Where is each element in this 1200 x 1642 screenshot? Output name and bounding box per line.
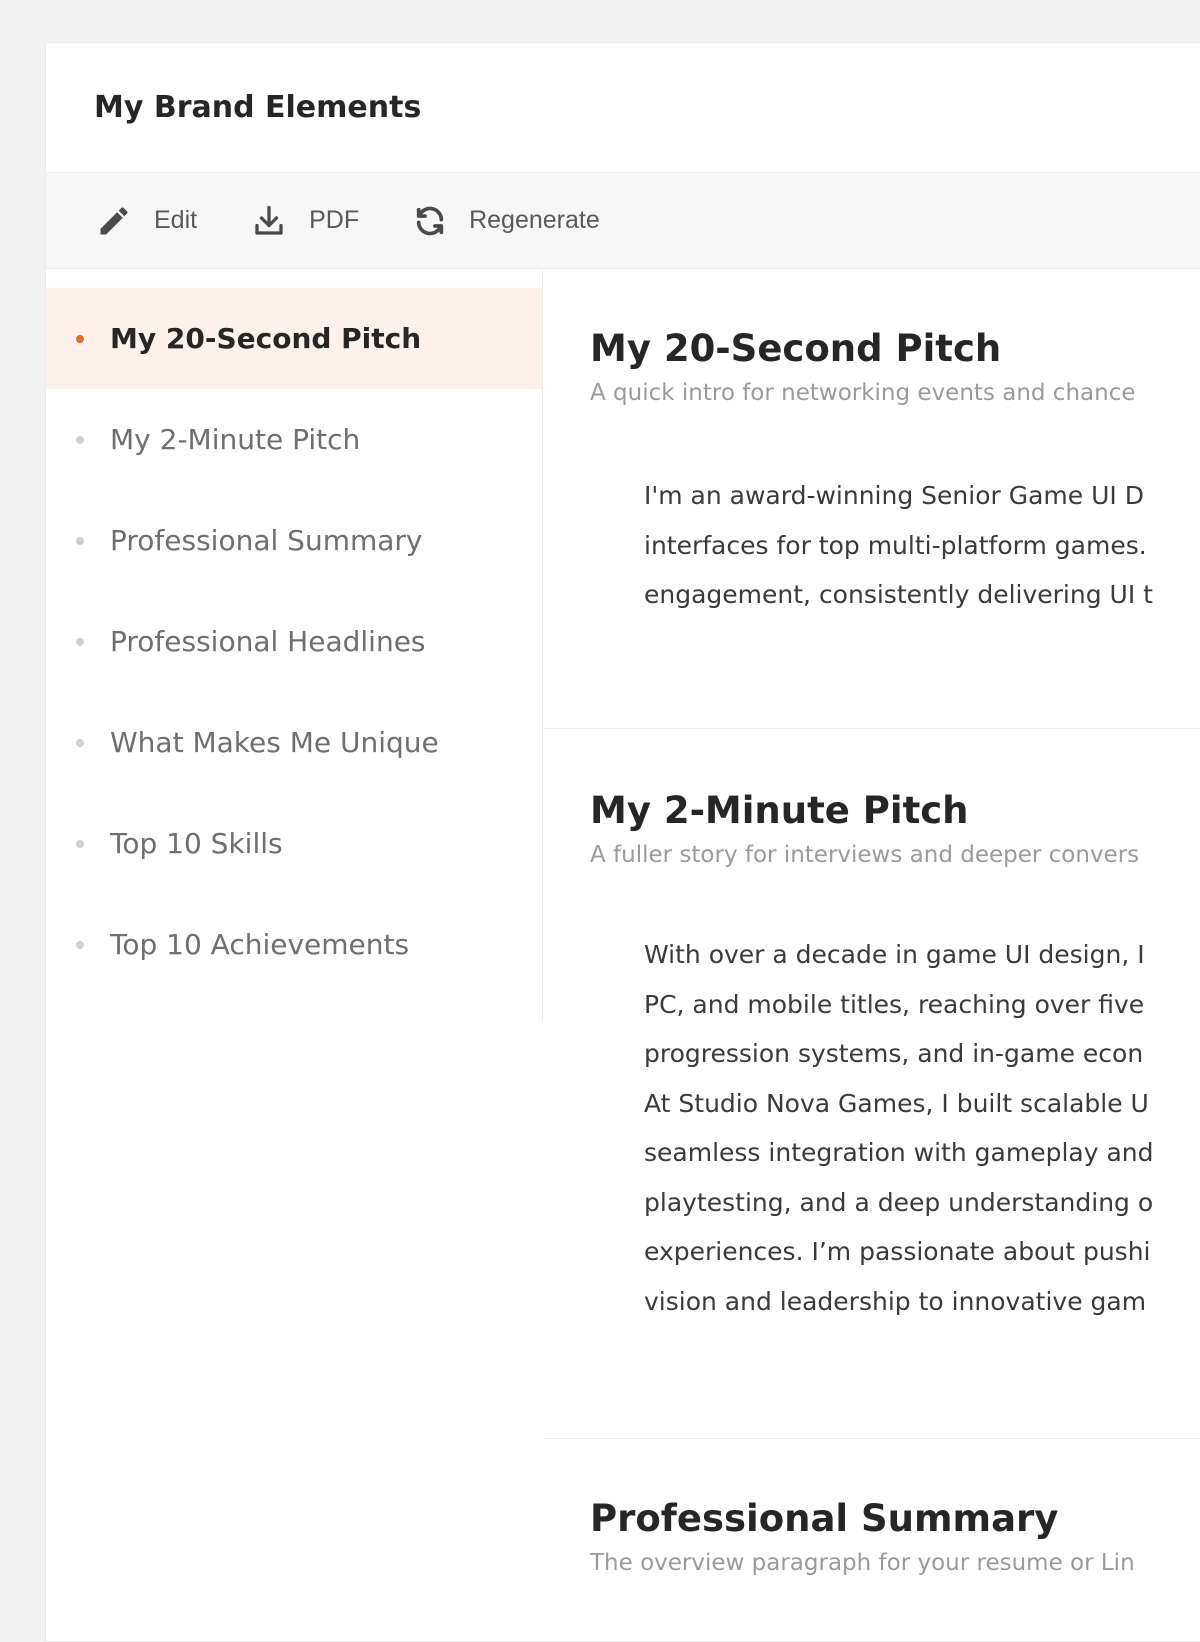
pdf-label: PDF bbox=[309, 206, 360, 234]
sidebar-item-label: Top 10 Achievements bbox=[110, 928, 410, 961]
pdf-button[interactable]: PDF bbox=[251, 203, 359, 239]
bullet-dot-icon bbox=[76, 738, 84, 747]
bullet-dot-icon bbox=[76, 940, 84, 949]
sidebar-item-what-makes-me-unique[interactable]: What Makes Me Unique bbox=[46, 692, 542, 793]
page-title: My Brand Elements bbox=[94, 90, 422, 125]
sidebar-item-top-10-achievements[interactable]: Top 10 Achievements bbox=[46, 894, 542, 995]
section-body-text: With over a decade in game UI design, I … bbox=[644, 940, 1154, 1316]
content-panel: My 20-Second Pitch A quick intro for net… bbox=[544, 269, 1200, 1576]
sidebar-item-label: Professional Summary bbox=[110, 524, 423, 557]
edit-label: Edit bbox=[154, 206, 198, 234]
sidebar-item-label: Top 10 Skills bbox=[110, 827, 283, 860]
section-professional-summary: Professional Summary The overview paragr… bbox=[544, 1439, 1200, 1576]
active-dot-icon bbox=[76, 334, 84, 343]
sidebar-item-2-minute-pitch[interactable]: My 2-Minute Pitch bbox=[46, 389, 542, 490]
sidebar-item-label: What Makes Me Unique bbox=[110, 726, 439, 759]
bullet-dot-icon bbox=[76, 637, 84, 646]
edit-button[interactable]: Edit bbox=[96, 203, 197, 239]
page-header: My Brand Elements bbox=[46, 43, 1200, 173]
section-subtitle: A fuller story for interviews and deeper… bbox=[590, 842, 1140, 868]
sidebar-item-professional-summary[interactable]: Professional Summary bbox=[46, 490, 542, 591]
brand-elements-card: My Brand Elements Edit PDF Regenerate My bbox=[45, 42, 1200, 1642]
section-title: Professional Summary bbox=[590, 1497, 1059, 1540]
section-sidebar: My 20-Second Pitch My 2-Minute Pitch Pro… bbox=[46, 269, 543, 1022]
main-body: My 20-Second Pitch My 2-Minute Pitch Pro… bbox=[46, 269, 1200, 1641]
pencil-icon bbox=[96, 203, 154, 239]
section-body-text: I'm an award-winning Senior Game UI D in… bbox=[644, 481, 1153, 609]
download-icon bbox=[251, 203, 309, 239]
section-title: My 2-Minute Pitch bbox=[590, 789, 969, 832]
sidebar-item-20-second-pitch[interactable]: My 20-Second Pitch bbox=[46, 288, 542, 389]
bullet-dot-icon bbox=[76, 839, 84, 848]
section-20-second-pitch: My 20-Second Pitch A quick intro for net… bbox=[544, 269, 1200, 729]
refresh-icon bbox=[413, 204, 469, 238]
sidebar-item-professional-headlines[interactable]: Professional Headlines bbox=[46, 591, 542, 692]
sidebar-item-top-10-skills[interactable]: Top 10 Skills bbox=[46, 793, 542, 894]
sidebar-item-label: My 20-Second Pitch bbox=[110, 322, 422, 355]
section-2-minute-pitch: My 2-Minute Pitch A fuller story for int… bbox=[544, 729, 1200, 1439]
section-subtitle: The overview paragraph for your resume o… bbox=[590, 1550, 1135, 1576]
section-subtitle: A quick intro for networking events and … bbox=[590, 380, 1136, 406]
section-title: My 20-Second Pitch bbox=[590, 327, 1002, 370]
sidebar-item-label: Professional Headlines bbox=[110, 625, 426, 658]
toolbar: Edit PDF Regenerate bbox=[46, 173, 1200, 269]
bullet-dot-icon bbox=[76, 536, 84, 545]
regenerate-label: Regenerate bbox=[469, 206, 600, 234]
sidebar-item-label: My 2-Minute Pitch bbox=[110, 423, 361, 456]
regenerate-button[interactable]: Regenerate bbox=[413, 204, 600, 238]
bullet-dot-icon bbox=[76, 435, 84, 444]
